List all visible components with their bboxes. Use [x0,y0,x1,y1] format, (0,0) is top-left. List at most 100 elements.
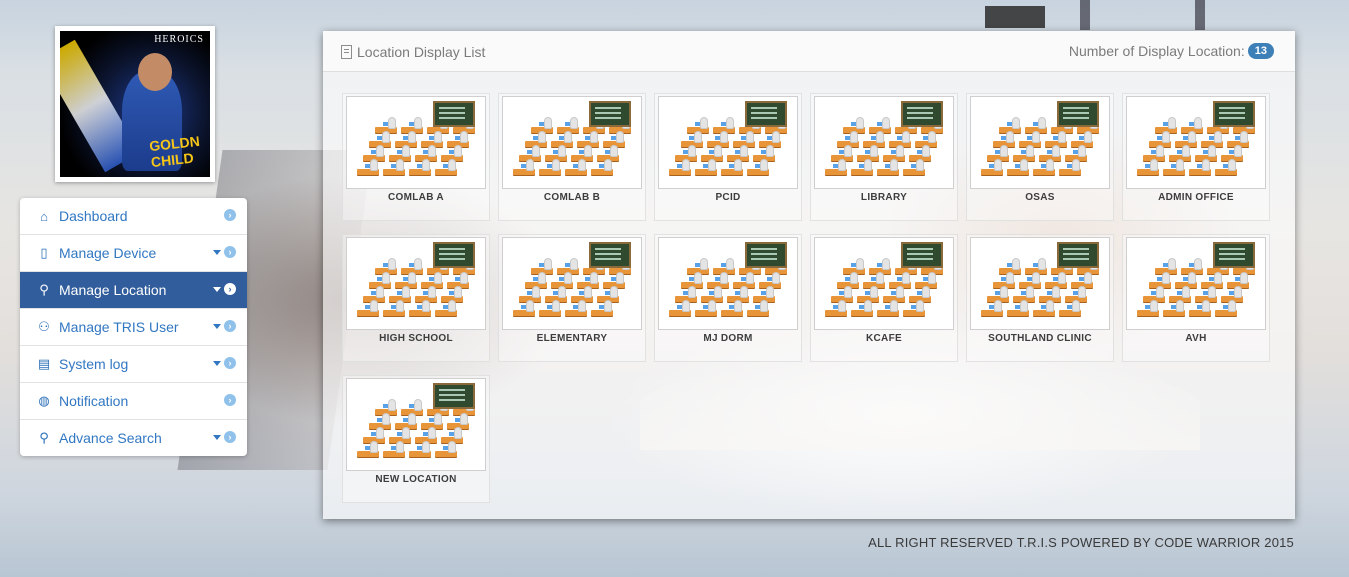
background-stand [1195,0,1205,30]
location-card[interactable]: PCID [654,93,802,221]
location-name: ELEMENTARY [536,333,608,344]
footer-copyright: ALL RIGHT RESERVED T.R.I.S POWERED BY CO… [868,535,1294,550]
sidebar-item-label: Manage TRIS User [59,319,179,335]
caret-down-icon [213,286,221,292]
caret-down-icon [213,360,221,366]
arrow-circle-right-icon: › [224,394,236,406]
classroom-thumbnail[interactable] [970,237,1110,330]
location-name: SOUTHLAND CLINIC [988,333,1092,344]
sidebar-item-system-log[interactable]: ▤ System log › [20,346,247,383]
document-icon [341,45,352,59]
location-card[interactable]: HIGH SCHOOL [342,234,490,362]
arrow-circle-right-icon: › [224,431,236,443]
globe-icon: ◍ [38,393,50,408]
chalkboard-icon [589,101,631,127]
location-card[interactable]: KCAFE [810,234,958,362]
sitemap-icon: ⚲ [39,282,49,297]
chalkboard-icon [1213,101,1255,127]
home-icon: ⌂ [40,208,48,224]
sidebar-item-manage-device[interactable]: ▯ Manage Device › [20,235,247,272]
arrow-circle-right-icon: › [224,283,236,295]
tablet-icon: ▯ [40,245,48,260]
sidebar-item-manage-tris-user[interactable]: ⚇ Manage TRIS User › [20,309,247,346]
chalkboard-icon [433,242,475,268]
chalkboard-icon [901,242,943,268]
location-name: NEW LOCATION [375,474,457,485]
profile-avatar: HEROICS GOLDN CHILD [55,26,215,182]
chalkboard-icon [745,242,787,268]
location-card[interactable]: COMLAB A [342,93,490,221]
sidebar-item-dashboard[interactable]: ⌂ Dashboard › [20,198,247,235]
location-card[interactable]: ADMIN OFFICE [1122,93,1270,221]
classroom-thumbnail[interactable] [658,96,798,189]
avatar-brand-text: HEROICS [154,34,204,45]
caret-down-icon [213,434,221,440]
location-name: KCAFE [866,333,902,344]
search-icon: ⚲ [39,430,49,445]
location-name: COMLAB A [388,192,444,203]
location-card[interactable]: AVH [1122,234,1270,362]
location-card[interactable]: MJ DORM [654,234,802,362]
caret-down-icon [213,249,221,255]
chalkboard-icon [433,383,475,409]
location-name: PCID [715,192,741,203]
panel-header: Location Display List Number of Display … [323,31,1295,72]
classroom-thumbnail[interactable] [346,96,486,189]
location-card[interactable]: LIBRARY [810,93,958,221]
sidebar-item-advance-search[interactable]: ⚲ Advance Search › [20,420,247,456]
users-icon: ⚇ [38,319,50,334]
sidebar-item-manage-location[interactable]: ⚲ Manage Location › [20,272,247,309]
location-card[interactable]: SOUTHLAND CLINIC [966,234,1114,362]
classroom-thumbnail[interactable] [814,237,954,330]
location-count-label: Number of Display Location: [1068,43,1245,59]
chalkboard-icon [1057,101,1099,127]
chalkboard-icon [901,101,943,127]
chalkboard-icon [745,101,787,127]
sidebar-item-notification[interactable]: ◍ Notification › [20,383,247,420]
location-display-panel: Location Display List Number of Display … [323,31,1295,519]
caret-down-icon [213,323,221,329]
chalkboard-icon [1057,242,1099,268]
chalkboard-icon [433,101,475,127]
classroom-thumbnail[interactable] [1126,237,1266,330]
classroom-thumbnail[interactable] [970,96,1110,189]
panel-title-text: Location Display List [357,44,486,60]
classroom-thumbnail[interactable] [1126,96,1266,189]
location-name: ADMIN OFFICE [1158,192,1234,203]
chalkboard-icon [589,242,631,268]
sidebar-item-label: System log [59,356,129,372]
book-icon: ▤ [37,356,51,371]
arrow-circle-right-icon: › [224,320,236,332]
classroom-thumbnail[interactable] [502,96,642,189]
classroom-thumbnail[interactable] [814,96,954,189]
location-card[interactable]: NEW LOCATION [342,375,490,503]
panel-title: Location Display List [341,44,485,60]
arrow-circle-right-icon: › [224,246,236,258]
sidebar-item-label: Notification [59,393,129,409]
classroom-thumbnail[interactable] [658,237,798,330]
location-name: MJ DORM [703,333,753,344]
sidebar-item-label: Advance Search [59,430,162,446]
arrow-circle-right-icon: › [224,209,236,221]
background-stand [1080,0,1090,30]
sidebar-item-label: Manage Location [59,282,167,298]
location-card[interactable]: ELEMENTARY [498,234,646,362]
classroom-thumbnail[interactable] [346,378,486,471]
arrow-circle-right-icon: › [224,357,236,369]
sidebar-item-label: Manage Device [59,245,157,261]
classroom-thumbnail[interactable] [502,237,642,330]
location-name: OSAS [1025,192,1055,203]
location-count: Number of Display Location: 13 [1069,43,1274,59]
location-name: COMLAB B [543,192,601,203]
location-name: HIGH SCHOOL [379,333,453,344]
chalkboard-icon [1213,242,1255,268]
background-books [985,6,1045,28]
avatar-image: HEROICS GOLDN CHILD [60,31,210,177]
sidebar-nav: ⌂ Dashboard › ▯ Manage Device › ⚲ Manage Locati… [20,198,247,456]
classroom-thumbnail[interactable] [346,237,486,330]
location-count-badge: 13 [1247,43,1274,59]
location-card[interactable]: COMLAB B [498,93,646,221]
location-grid: COMLAB A COMLAB B PCID LIBRARY OSAS ADMIN OFF… [342,93,1270,503]
sidebar-item-label: Dashboard [59,208,128,224]
location-card[interactable]: OSAS [966,93,1114,221]
